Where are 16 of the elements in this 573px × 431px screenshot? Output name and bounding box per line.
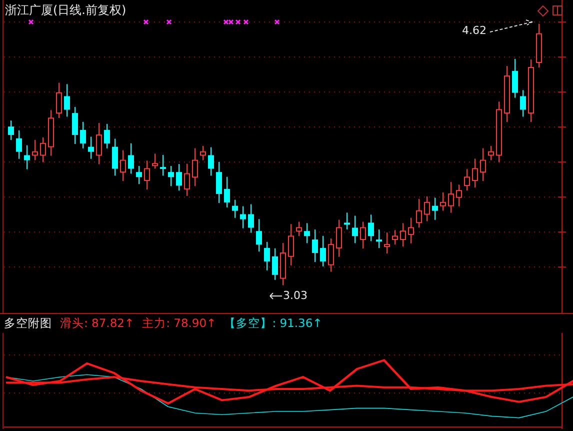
diamond-icon — [537, 5, 549, 17]
indicator-value: 主力: 78.90↑ — [142, 316, 216, 331]
cross-marker — [143, 19, 149, 25]
cross-marker — [166, 19, 172, 25]
stock-title: 浙江广厦(日线.前复权) — [5, 2, 126, 19]
cross-marker — [243, 19, 249, 25]
cross-marker — [28, 19, 34, 25]
indicator-value: 滑头: 87.82↑ — [60, 316, 134, 331]
arrow-icon — [270, 292, 282, 300]
low-price-label: 3.03 — [283, 289, 308, 302]
indicator-name: 多空附图 — [4, 316, 52, 331]
leader-line — [490, 20, 534, 32]
window-icon — [552, 6, 562, 16]
high-price-label: 4.62 — [462, 24, 486, 37]
cross-marker — [274, 19, 280, 25]
indicator-value: 【多空】: 91.36↑ — [224, 316, 322, 331]
